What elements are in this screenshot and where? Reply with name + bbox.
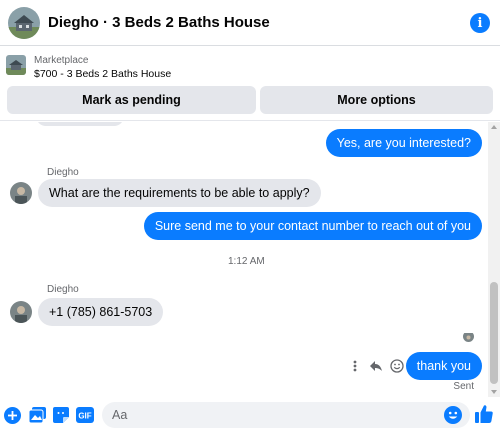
marketplace-label: Marketplace [34, 55, 89, 66]
photo-icon[interactable] [28, 406, 46, 424]
sender-name: Diegho [47, 284, 79, 295]
listing-thumbnail-small[interactable] [6, 55, 26, 75]
message-bubble-outgoing: thank you [405, 352, 482, 380]
reply-icon[interactable] [368, 358, 384, 374]
previous-message-bubble [36, 122, 124, 126]
thread-scrollbar[interactable] [488, 122, 500, 397]
scroll-up-icon[interactable] [491, 125, 497, 129]
info-icon[interactable]: i [470, 13, 490, 33]
react-icon[interactable] [389, 358, 405, 374]
message-input-wrapper [102, 402, 470, 428]
seen-avatar [463, 331, 474, 342]
message-bubble-incoming: +1 (785) 861-5703 [38, 298, 164, 326]
more-options-button[interactable]: More options [260, 86, 493, 114]
message-bubble-incoming: What are the requirements to be able to … [38, 179, 321, 207]
timestamp: 1:12 AM [228, 256, 265, 267]
message-composer: GIF [0, 398, 500, 434]
messenger-window: Diegho · 3 Beds 2 Baths House i Marketpl… [0, 0, 500, 434]
sticker-icon[interactable] [52, 406, 70, 424]
avatar[interactable] [10, 182, 32, 204]
scrollbar-thumb[interactable] [490, 282, 498, 384]
gif-icon[interactable]: GIF [76, 406, 94, 424]
mark-as-pending-button[interactable]: Mark as pending [7, 86, 256, 114]
svg-text:GIF: GIF [78, 412, 91, 421]
marketplace-card: Marketplace $700 - 3 Beds 2 Baths House … [0, 47, 500, 121]
message-status: Sent [453, 381, 474, 392]
listing-summary[interactable]: $700 - 3 Beds 2 Baths House [34, 68, 171, 80]
more-actions-icon[interactable] [347, 358, 363, 374]
conversation-header: Diegho · 3 Beds 2 Baths House i [0, 0, 500, 46]
scroll-down-icon[interactable] [491, 390, 497, 394]
conversation-title: Diegho · 3 Beds 2 Baths House [48, 14, 270, 31]
message-thread[interactable]: Yes, are you interested? Diegho What are… [0, 122, 500, 397]
avatar[interactable] [10, 301, 32, 323]
message-bubble-outgoing: Yes, are you interested? [325, 129, 482, 157]
message-bubble-outgoing: Sure send me to your contact number to r… [143, 212, 482, 240]
sender-name: Diegho [47, 167, 79, 178]
plus-icon[interactable] [3, 406, 21, 424]
listing-thumbnail[interactable] [8, 6, 40, 39]
message-input[interactable] [102, 402, 432, 428]
emoji-icon[interactable] [444, 406, 462, 424]
like-icon[interactable] [475, 404, 493, 423]
